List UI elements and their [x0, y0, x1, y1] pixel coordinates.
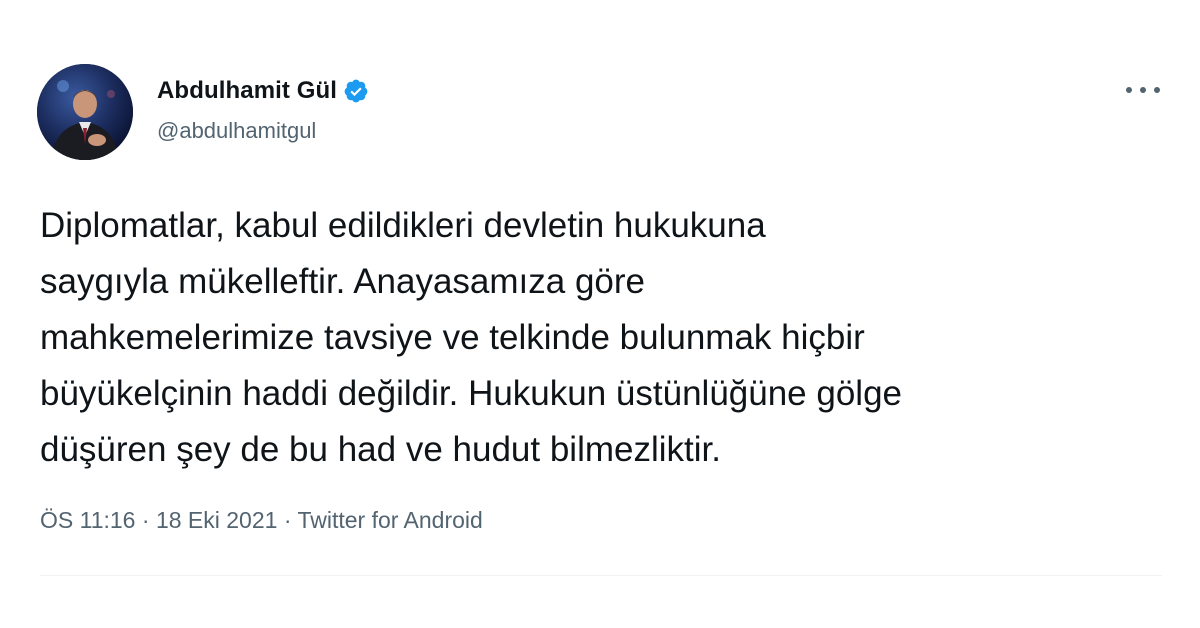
tweet-time[interactable]: ÖS 11:16: [40, 507, 135, 533]
meta-separator: ·: [283, 507, 292, 533]
tweet-text-line: büyükelçinin haddi değildir. Hukukun üst…: [40, 374, 903, 413]
meta-separator: ·: [141, 507, 150, 533]
dot-icon: [1126, 87, 1132, 93]
tweet-text: Diplomatlar, kabul edildikleri devletin …: [40, 198, 1180, 478]
tweet-card: Abdulhamit Gül @abdulhamitgul Diplomatla…: [0, 0, 1200, 628]
tweet-text-line: mahkemelerimize tavsiye ve telkinde bulu…: [40, 318, 865, 357]
dot-icon: [1140, 87, 1146, 93]
user-handle[interactable]: @abdulhamitgul: [157, 118, 316, 144]
tweet-source[interactable]: Twitter for Android: [297, 507, 482, 533]
tweet-metadata: ÖS 11:16 · 18 Eki 2021 · Twitter for And…: [40, 507, 483, 534]
dot-icon: [1154, 87, 1160, 93]
verified-badge-icon: [343, 78, 369, 104]
more-options-icon[interactable]: [1126, 78, 1160, 102]
tweet-date[interactable]: 18 Eki 2021: [156, 507, 277, 533]
author-name-row: Abdulhamit Gül: [157, 76, 369, 106]
tweet-text-line: saygıyla mükelleftir. Anayasamıza göre: [40, 262, 646, 301]
tweet-text-line: Diplomatlar, kabul edildikleri devletin …: [40, 206, 766, 245]
tweet-text-line: düşüren şey de bu had ve hudut bilmezlik…: [40, 430, 721, 469]
display-name[interactable]: Abdulhamit Gül: [157, 77, 337, 105]
avatar[interactable]: [37, 64, 133, 160]
divider: [40, 575, 1162, 576]
avatar-image: [37, 64, 133, 160]
